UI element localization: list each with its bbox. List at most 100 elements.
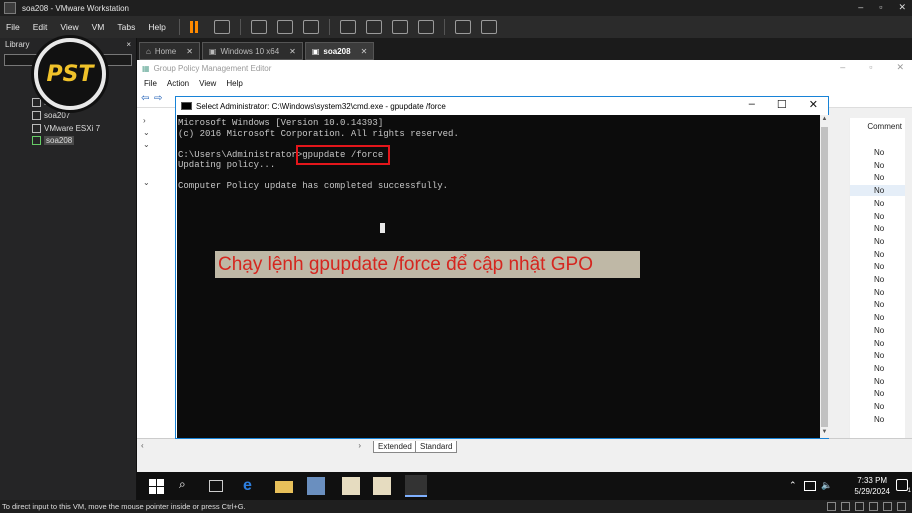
comment-cell[interactable]: No (874, 212, 884, 221)
cmd-window-title: Select Administrator: C:\Windows\system3… (196, 101, 446, 111)
console-view-icon[interactable] (454, 20, 471, 34)
tab-windows-10[interactable]: ▣ Windows 10 x64 ✕ (201, 42, 303, 60)
server-manager-icon[interactable] (307, 477, 325, 495)
notification-center-icon[interactable]: 1 (896, 479, 911, 494)
menu-help[interactable]: Help (226, 79, 242, 88)
comment-cell[interactable]: No (874, 199, 884, 208)
tab-close-icon[interactable]: ✕ (361, 47, 368, 56)
edge-icon[interactable]: e (243, 477, 261, 495)
display-icon[interactable] (897, 502, 906, 511)
library-item-vmware-esxi-7[interactable]: VMware ESXi 7 (32, 124, 100, 133)
tree-collapse-icon[interactable]: ⌄ (143, 140, 150, 149)
comment-cell[interactable]: No (874, 339, 884, 348)
tab-close-icon[interactable]: ✕ (186, 47, 193, 56)
scroll-up-icon[interactable]: ▲ (821, 116, 828, 124)
sound-card-icon[interactable] (883, 502, 892, 511)
library-close-icon[interactable]: × (126, 40, 131, 50)
comment-cell[interactable]: No (874, 377, 884, 386)
pause-icon[interactable] (189, 21, 198, 33)
comment-cell[interactable]: No (874, 415, 884, 424)
comment-cell[interactable]: No (874, 402, 884, 411)
cmd-vertical-scrollbar[interactable]: ▲ ▼ (820, 115, 829, 438)
comment-cell[interactable]: No (874, 351, 884, 360)
comment-cell[interactable]: No (874, 161, 884, 170)
tab-extended[interactable]: Extended (373, 441, 417, 453)
stretch-guest-icon[interactable] (480, 20, 497, 34)
comment-cell[interactable]: No (874, 148, 884, 157)
menu-file[interactable]: File (6, 22, 20, 32)
usb-icon[interactable] (869, 502, 878, 511)
minimize-icon[interactable]: – (749, 98, 755, 111)
comment-cell[interactable]: No (874, 288, 884, 297)
comment-cell[interactable]: No (874, 300, 884, 309)
library-item-soa208[interactable]: soa208 (32, 136, 75, 145)
comment-cell[interactable]: No (874, 237, 884, 246)
close-icon[interactable]: ✕ (898, 2, 906, 13)
close-icon[interactable]: ✕ (896, 62, 904, 73)
windows-start-icon[interactable] (147, 477, 165, 495)
horizontal-scrollbar[interactable]: ‹ › (141, 441, 361, 451)
file-explorer-icon[interactable] (275, 481, 293, 493)
comment-cell[interactable]: No (874, 326, 884, 335)
show-library-icon[interactable] (339, 20, 356, 34)
cd-drive-icon[interactable] (841, 502, 850, 511)
maximize-icon[interactable]: ▫ (879, 2, 882, 13)
library-item-soa207[interactable]: soa207 (32, 111, 70, 120)
scroll-right-icon[interactable]: › (358, 441, 361, 451)
close-icon[interactable]: ✕ (809, 98, 818, 111)
snapshot-icon[interactable] (250, 20, 267, 34)
tab-home[interactable]: ⌂ Home ✕ (139, 42, 200, 60)
network-icon[interactable] (804, 481, 816, 491)
task-view-icon[interactable] (209, 480, 223, 492)
comment-cell[interactable]: No (874, 224, 884, 233)
full-screen-icon[interactable] (391, 20, 408, 34)
network-adapter-icon[interactable] (855, 502, 864, 511)
menu-help[interactable]: Help (148, 22, 165, 32)
comment-cell[interactable]: No (874, 186, 884, 195)
gpm-taskbar-icon[interactable] (342, 477, 360, 495)
revert-snapshot-icon[interactable] (276, 20, 293, 34)
scrollbar-thumb[interactable] (821, 127, 828, 427)
tree-collapse-icon[interactable]: ⌄ (143, 128, 150, 137)
thumbnail-bar-icon[interactable] (365, 20, 382, 34)
clock[interactable]: 7:33 PM 5/29/2024 (854, 475, 890, 497)
snapshot-manager-icon[interactable] (302, 20, 319, 34)
comment-cell[interactable]: No (874, 275, 884, 284)
minimize-icon[interactable]: – (840, 62, 845, 73)
tab-soa208[interactable]: ▣ soa208 ✕ (304, 42, 375, 60)
comment-cell[interactable]: No (874, 364, 884, 373)
tab-close-icon[interactable]: ✕ (289, 47, 296, 56)
minimize-icon[interactable]: – (858, 2, 863, 13)
tree-expand-icon[interactable]: › (143, 116, 146, 125)
cmd-taskbar-icon[interactable] (405, 475, 427, 497)
menu-action[interactable]: Action (167, 79, 189, 88)
vertical-scrollbar[interactable] (905, 118, 912, 438)
hard-disk-icon[interactable] (827, 502, 836, 511)
comment-cell[interactable]: No (874, 262, 884, 271)
scroll-left-icon[interactable]: ‹ (141, 441, 144, 451)
gpme-taskbar-icon[interactable] (373, 477, 391, 495)
send-ctrl-alt-del-icon[interactable] (213, 20, 230, 34)
menu-edit[interactable]: Edit (33, 22, 48, 32)
comment-cell[interactable]: No (874, 173, 884, 182)
menu-vm[interactable]: VM (92, 22, 105, 32)
menu-view[interactable]: View (60, 22, 78, 32)
menu-file[interactable]: File (144, 79, 157, 88)
scroll-down-icon[interactable]: ▼ (821, 429, 828, 437)
comment-cell[interactable]: No (874, 389, 884, 398)
back-arrow-icon[interactable]: ⇦ (141, 93, 149, 104)
comment-cell[interactable]: No (874, 313, 884, 322)
volume-icon[interactable]: 🔈 (821, 480, 839, 498)
menu-view[interactable]: View (199, 79, 216, 88)
menu-tabs[interactable]: Tabs (117, 22, 135, 32)
maximize-icon[interactable]: ▫ (869, 62, 872, 73)
cmd-title-bar[interactable]: Select Administrator: C:\Windows\system3… (176, 97, 828, 115)
search-icon[interactable]: ⌕ (179, 477, 197, 495)
maximize-icon[interactable]: ☐ (777, 98, 787, 111)
comment-cell[interactable]: No (874, 250, 884, 259)
tree-collapse-icon[interactable]: ⌄ (143, 178, 150, 187)
unity-icon[interactable] (417, 20, 434, 34)
forward-arrow-icon[interactable]: ⇨ (154, 93, 162, 104)
column-header-comment[interactable]: Comment (850, 120, 906, 134)
tab-standard[interactable]: Standard (415, 441, 458, 453)
